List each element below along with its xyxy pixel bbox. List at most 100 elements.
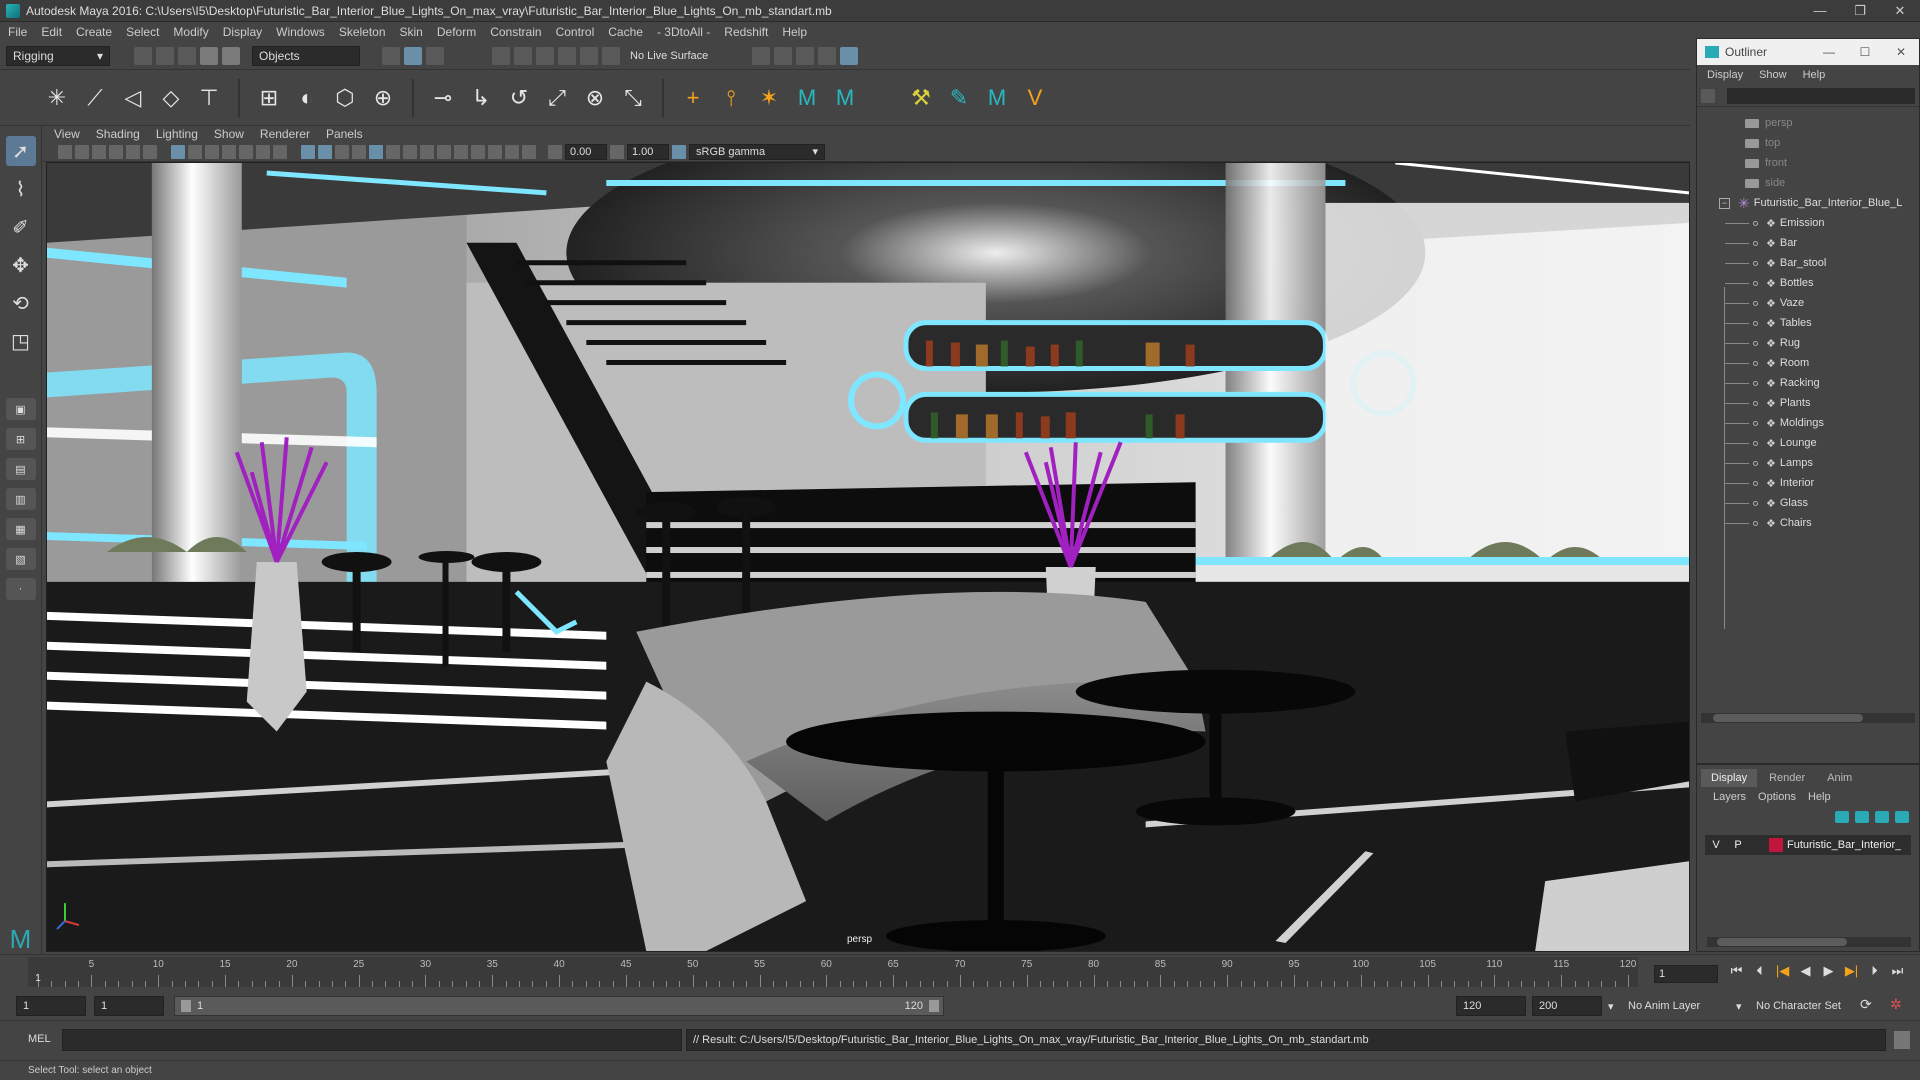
collapse-toggle-icon[interactable]: − (1719, 197, 1730, 209)
outliner-item-tables[interactable]: ❖ Tables (1697, 313, 1919, 333)
resolution-gate-icon[interactable] (205, 144, 219, 159)
outliner-close-button[interactable]: ✕ (1883, 45, 1919, 59)
gate-mask-icon[interactable] (222, 144, 236, 159)
ik-handle-icon[interactable]: ⟋ (80, 83, 110, 113)
layout-collapse-icon[interactable]: · (5, 578, 36, 600)
aim-constraint-icon[interactable]: ↳ (466, 83, 496, 113)
outliner-menu-help[interactable]: Help (1803, 69, 1826, 81)
select-component-icon[interactable] (426, 46, 444, 65)
outliner-item-bottles[interactable]: ❖ Bottles (1697, 273, 1919, 293)
camera-attr-icon[interactable] (75, 144, 89, 159)
minimize-button[interactable]: — (1800, 3, 1840, 19)
menu-display[interactable]: Display (223, 25, 262, 39)
menu-redshift[interactable]: Redshift (724, 25, 768, 39)
paint-select-icon[interactable]: ✐ (6, 212, 36, 242)
grid-toggle-icon[interactable] (171, 144, 185, 159)
outliner-item-root[interactable]: − ✳ Futuristic_Bar_Interior_Blue_L (1697, 193, 1919, 213)
color-management-icon[interactable] (672, 144, 686, 159)
menu-select[interactable]: Select (126, 25, 159, 39)
render-frame-icon[interactable] (774, 46, 793, 65)
panel-menu-lighting[interactable]: Lighting (156, 127, 198, 141)
bookmark-icon[interactable] (92, 144, 106, 159)
menu-3dtoall[interactable]: - 3DtoAll - (657, 25, 710, 39)
outliner-menu-display[interactable]: Display (1707, 69, 1743, 81)
step-back-frame-icon[interactable]: |◀ (1774, 963, 1791, 981)
ipr-render-icon[interactable] (796, 46, 815, 65)
menu-skeleton[interactable]: Skeleton (339, 25, 386, 39)
tab-render[interactable]: Render (1759, 769, 1815, 787)
range-bar[interactable]: 1 120 (174, 996, 944, 1016)
scale-tool-icon[interactable]: ◳ (6, 326, 36, 356)
current-frame-field[interactable]: 1 (1654, 965, 1718, 983)
layer-horizontal-scrollbar[interactable] (1707, 937, 1911, 947)
animation-start-field[interactable]: 1 (16, 996, 86, 1016)
layer-row[interactable]: V P Futuristic_Bar_Interior_ (1705, 835, 1911, 855)
single-view-icon[interactable]: ▣ (5, 398, 36, 420)
snap-pivot-icon[interactable] (602, 46, 620, 65)
outliner-item-bar-stool[interactable]: ❖ Bar_stool (1697, 253, 1919, 273)
outliner-item-chairs[interactable]: ❖ Chairs (1697, 513, 1919, 533)
maximize-button[interactable]: ❐ (1840, 3, 1880, 19)
persp-outliner-icon[interactable]: ▤ (5, 458, 36, 480)
outliner-item-moldings[interactable]: ❖ Moldings (1697, 413, 1919, 433)
new-scene-icon[interactable] (134, 46, 152, 65)
panel-menu-panels[interactable]: Panels (326, 127, 363, 141)
rotate-tool-icon[interactable]: ⟲ (6, 288, 36, 318)
3dtoall-m-icon[interactable]: M (792, 83, 822, 113)
step-forward-key-icon[interactable]: ⏵ (1866, 963, 1883, 981)
panel-menu-shading[interactable]: Shading (96, 127, 140, 141)
pole-vector-icon[interactable]: ⤡ (618, 83, 648, 113)
wireframe-on-shaded-icon[interactable] (335, 144, 349, 159)
range-start-handle[interactable] (181, 1000, 191, 1012)
smooth-shade-icon[interactable] (318, 144, 332, 159)
layer-color-swatch[interactable] (1769, 838, 1783, 852)
lasso-tool-icon[interactable]: ⌇ (6, 174, 36, 204)
chevron-down-icon[interactable]: ▾ (1608, 1000, 1614, 1013)
motion-blur-icon[interactable] (420, 144, 434, 159)
outliner-item-top[interactable]: top (1697, 133, 1919, 153)
backface-icon[interactable] (522, 144, 536, 159)
menu-cache[interactable]: Cache (608, 25, 643, 39)
outliner-item-glass[interactable]: ❖ Glass (1697, 493, 1919, 513)
textured-icon[interactable] (352, 144, 366, 159)
ik-spline-icon[interactable]: ◁ (118, 83, 148, 113)
3dtoall-m2-icon[interactable]: M (830, 83, 860, 113)
snap-grid-icon[interactable] (492, 46, 510, 65)
menu-modify[interactable]: Modify (173, 25, 208, 39)
camera-select-icon[interactable] (58, 144, 72, 159)
outliner-item-lounge[interactable]: ❖ Lounge (1697, 433, 1919, 453)
outliner-maximize-button[interactable]: ☐ (1847, 45, 1883, 59)
step-forward-frame-icon[interactable]: ▶| (1843, 963, 1860, 981)
playback-end-field[interactable]: 120 (1456, 996, 1526, 1016)
outliner-horizontal-scrollbar[interactable] (1701, 713, 1915, 723)
character-icon[interactable]: ✶ (754, 83, 784, 113)
view-transform-dropdown[interactable]: sRGB gamma ▾ (689, 143, 825, 160)
orient-constraint-icon[interactable]: ↺ (504, 83, 534, 113)
range-end-handle[interactable] (929, 1000, 939, 1012)
move-tool-icon[interactable]: ✥ (6, 250, 36, 280)
script-editor-icon[interactable] (1894, 1031, 1910, 1049)
shadows-icon[interactable] (386, 144, 400, 159)
outliner-item-bar[interactable]: ❖ Bar (1697, 233, 1919, 253)
outliner-item-rug[interactable]: ❖ Rug (1697, 333, 1919, 353)
filter-icon[interactable] (1701, 88, 1715, 103)
xray-joints-icon[interactable] (505, 144, 519, 159)
safe-action-icon[interactable] (256, 144, 270, 159)
hypershade-icon[interactable] (840, 46, 859, 65)
exposure-field[interactable]: 0.00 (565, 143, 607, 160)
grease-pencil-icon[interactable] (143, 144, 157, 159)
tab-anim[interactable]: Anim (1817, 769, 1862, 787)
outliner-item-vaze[interactable]: ❖ Vaze (1697, 293, 1919, 313)
play-backward-icon[interactable]: ◀ (1797, 963, 1814, 981)
panel-menu-renderer[interactable]: Renderer (260, 127, 310, 141)
selection-mask-dropdown[interactable]: Objects (252, 45, 360, 66)
snap-view-icon[interactable] (558, 46, 576, 65)
snap-point-icon[interactable] (536, 46, 554, 65)
select-tool-icon[interactable]: ➚ (5, 136, 36, 166)
mirror-joint-icon[interactable]: ⊤ (194, 83, 224, 113)
outliner-item-plants[interactable]: ❖ Plants (1697, 393, 1919, 413)
menu-help[interactable]: Help (782, 25, 807, 39)
tab-display[interactable]: Display (1701, 769, 1758, 787)
outliner-layout-icon[interactable]: ▦ (5, 518, 36, 540)
play-forward-icon[interactable]: ▶ (1820, 963, 1837, 981)
